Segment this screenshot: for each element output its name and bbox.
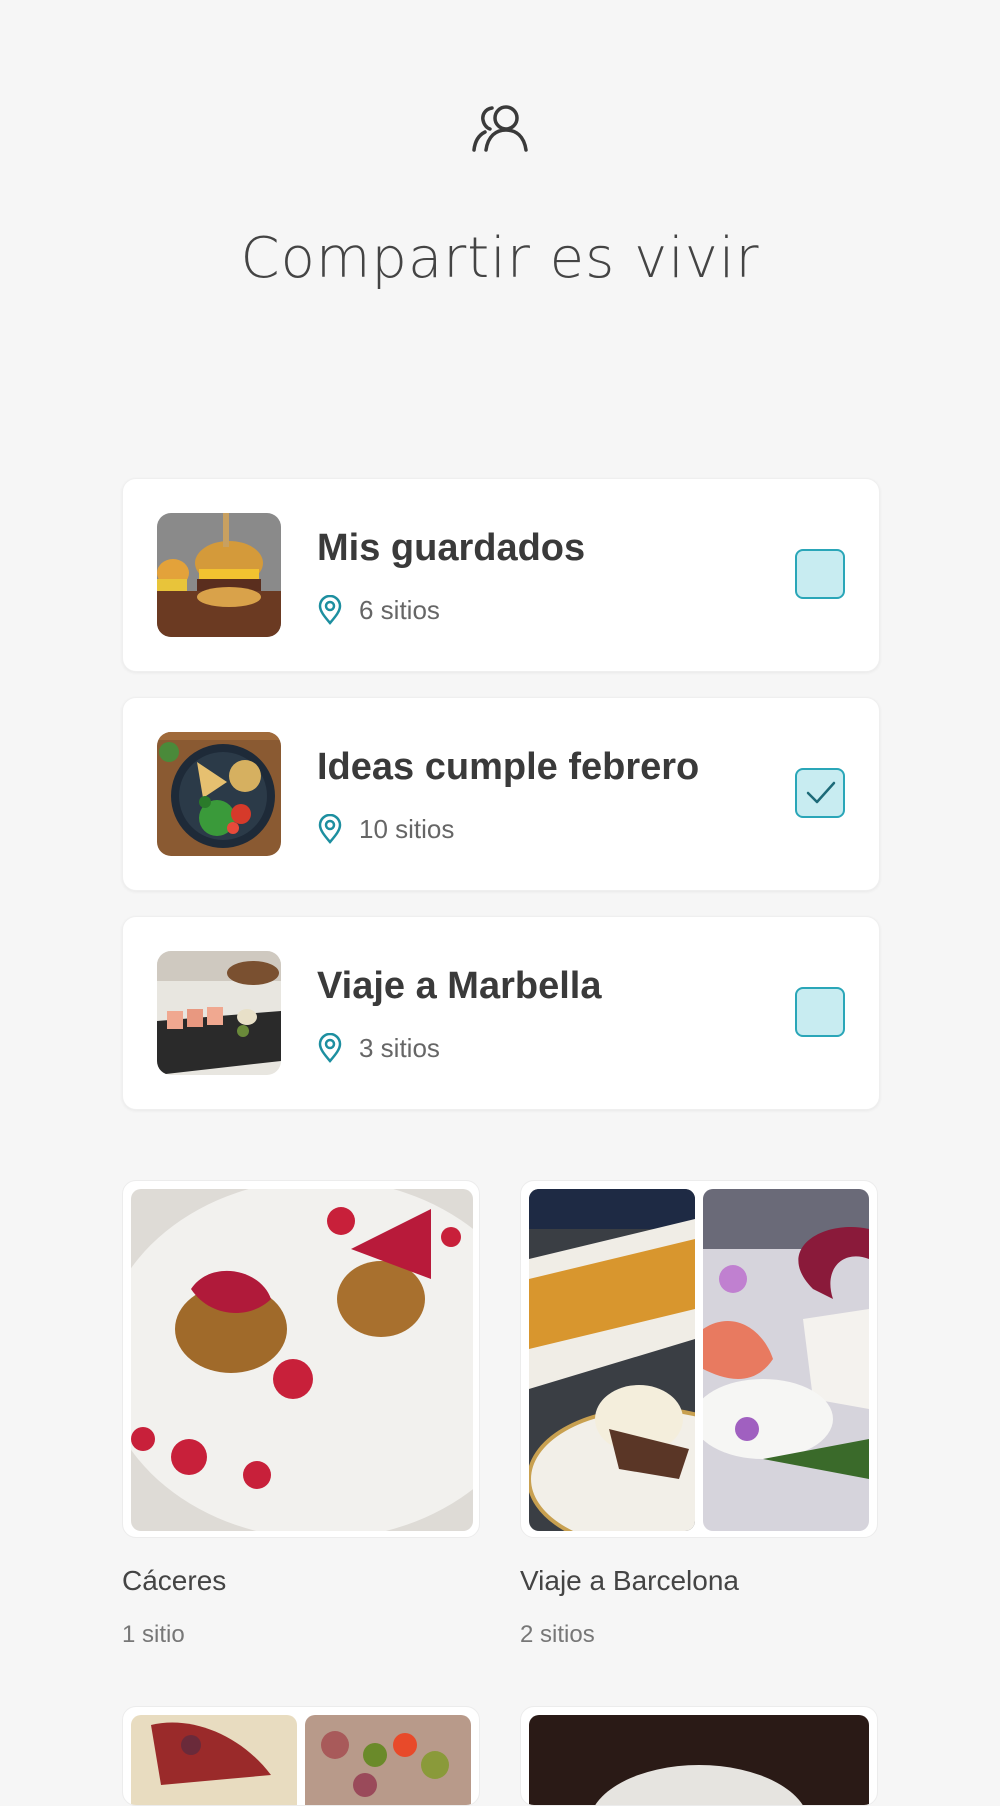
location-pin-icon [318,595,342,625]
list-name: Ideas cumple febrero [317,746,700,788]
list-checkbox[interactable] [795,987,845,1037]
olives-dish-photo [305,1715,471,1805]
list-name: Viaje a Marbella [317,965,602,1007]
page-title: Compartir es vivir [240,226,760,291]
list-checkbox-checked[interactable] [795,768,845,818]
list-card-mis-guardados[interactable]: Mis guardados 6 sitios [122,478,880,672]
location-pin-icon [318,1033,342,1063]
fish-dish-photo [703,1189,869,1531]
list-card-viaje-a-marbella[interactable]: Viaje a Marbella 3 sitios [122,916,880,1110]
users-icon [470,104,530,154]
list-name: Mis guardados [317,527,586,569]
list-checkbox[interactable] [795,549,845,599]
list-count: 3 sitios [359,1032,440,1063]
collection-card-viaje-a-barcelona[interactable] [520,1180,878,1538]
collection-name: Cáceres [122,1565,227,1596]
collection-card-caceres[interactable] [122,1180,480,1538]
ham-dish-photo [131,1715,297,1805]
burger-photo [157,513,281,637]
dark-plate-photo [529,1715,869,1805]
list-count: 6 sitios [359,594,440,625]
collection-name: Viaje a Barcelona [520,1565,739,1596]
plated-dish-photo [131,1189,473,1531]
collection-card-partial[interactable] [122,1706,480,1806]
collection-card-partial[interactable] [520,1706,878,1806]
collection-count: 2 sitios [520,1621,595,1648]
sushi-photo [157,951,281,1075]
bowl-salad-photo [157,732,281,856]
location-pin-icon [318,814,342,844]
list-card-ideas-cumple-febrero[interactable]: Ideas cumple febrero 10 sitios [122,697,880,891]
list-count: 10 sitios [359,813,455,844]
collection-count: 1 sitio [122,1621,185,1648]
checkmark-icon [806,781,836,804]
dessert-photo [529,1189,695,1531]
